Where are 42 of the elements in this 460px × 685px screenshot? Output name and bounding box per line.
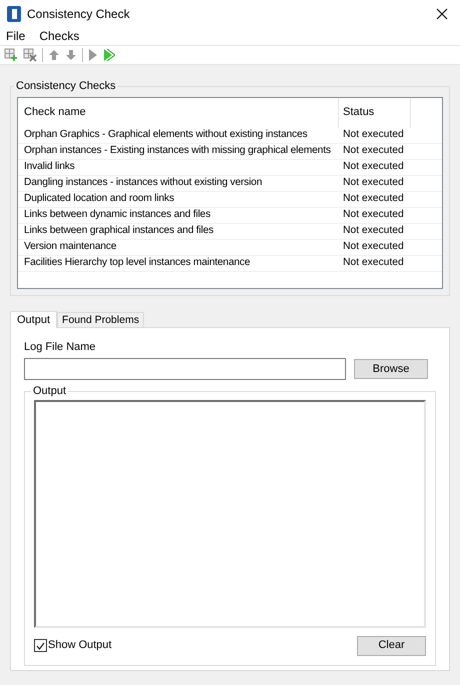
table-cell-text: Not executed	[342, 128, 405, 142]
close-icon[interactable]	[436, 8, 448, 20]
table-cell-text: Dangling instances - instances without existing version	[23, 176, 263, 190]
remove-grid-icon[interactable]	[23, 48, 37, 62]
table-cell-text: Not executed	[342, 256, 405, 270]
table-cell-text: Duplicated location and room links	[23, 192, 176, 206]
window-title: Consistency Check	[27, 6, 130, 23]
table-cell-text: Not executed	[342, 144, 405, 158]
app-icon	[7, 6, 21, 22]
tab[interactable]: Output	[10, 310, 58, 328]
field-label: Log File Name	[24, 340, 97, 354]
group-title: Consistency Checks	[15, 79, 117, 94]
menu-item[interactable]: Checks	[39, 27, 80, 45]
table-cell-text: Not executed	[342, 176, 405, 190]
table-cell-text: Not executed	[342, 224, 405, 238]
table-cell-text: Orphan instances - Existing instances with missing graphical elements	[23, 144, 332, 158]
table-cell-text: Links between graphical instances and files	[23, 224, 214, 238]
table-cell-text: Not executed	[342, 192, 405, 206]
browse-button[interactable]: Browse	[354, 359, 428, 379]
table-cell-text: Invalid links	[23, 160, 76, 174]
column-header[interactable]: Status	[339, 98, 411, 128]
table-cell-text: Version maintenance	[23, 240, 118, 254]
clear-button[interactable]: Clear	[357, 636, 426, 656]
table-cell-text: Not executed	[342, 208, 405, 222]
column-header[interactable]: Check name	[18, 98, 339, 128]
table-cell-text: Links between dynamic instances and files	[23, 208, 212, 222]
table-cell-text: Not executed	[342, 240, 405, 254]
checkbox-label: Show Output	[48, 638, 112, 654]
group-title: Output	[32, 384, 68, 399]
table-cell-text: Not executed	[342, 160, 405, 174]
tab[interactable]: Found Problems	[57, 312, 144, 326]
up-arrow-icon[interactable]	[48, 49, 60, 61]
table-cell-text: Orphan Graphics - Graphical elements without existing instances	[23, 128, 308, 142]
down-arrow-icon[interactable]	[65, 49, 77, 61]
check-icon	[36, 642, 45, 650]
add-grid-icon[interactable]	[4, 48, 18, 62]
play-all-icon[interactable]	[103, 49, 115, 61]
menu-item[interactable]: File	[6, 27, 26, 45]
checkbox[interactable]	[34, 639, 47, 652]
table-cell-text: Facilities Hierarchy top level instances maintenance	[23, 256, 251, 270]
log-file-field[interactable]	[24, 358, 346, 380]
play-icon[interactable]	[88, 49, 98, 61]
